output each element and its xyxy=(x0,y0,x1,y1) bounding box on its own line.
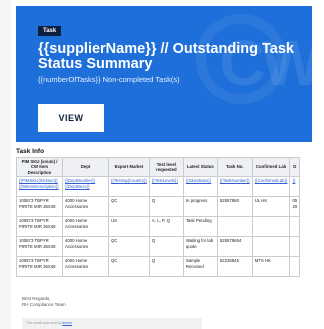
table-row: 100873 TBPYR PIRITE MIR 36X48 4000 Home … xyxy=(16,256,301,278)
table-cell: Waiting for lab quote xyxy=(182,236,218,258)
table-cell xyxy=(289,216,301,238)
table-cell[interactable]: {{TestLevels}} xyxy=(148,176,184,198)
table-cell: Q xyxy=(148,196,184,218)
table-cell: 100873 TBPYR PIRITE MIR 36X48 xyxy=(16,196,63,218)
table-row: 100873 TBPYR PIRITE MIR 36X48 4000 Home … xyxy=(16,216,301,238)
table-cell: 100873 TBPYR PIRITE MIR 36X48 xyxy=(16,256,63,278)
footer-text: This email was sent by xyxy=(26,321,62,325)
table-header-row: PIM SKU (xnum) / CW Item Description Dep… xyxy=(16,156,301,178)
table-cell xyxy=(251,236,291,258)
table-cell: 100873 TBPYR PIRITE MIR 36X48 xyxy=(16,216,63,238)
task-tag: Task xyxy=(38,26,62,36)
table-cell: 4000 Home Accessories xyxy=(62,216,109,238)
table-cell[interactable]: {{DeptNumber}}{{DeptDesc}} xyxy=(62,176,109,198)
table-cell: 4000 Home Accessories xyxy=(62,236,109,258)
signature: Best Regards, RH Compliance Team xyxy=(22,296,66,308)
table-cell: Sample Received xyxy=(182,256,218,278)
table-cell: Task Pending xyxy=(182,216,218,238)
table-cell: QC xyxy=(108,196,150,218)
banner-title: {{supplierName}} // Outstanding Task Sta… xyxy=(38,41,294,72)
table-cell: 52235845 xyxy=(216,256,253,278)
footer-link[interactable]: lemon xyxy=(62,321,72,325)
table-cell: 4000 Home Accessories xyxy=(62,196,109,218)
table-cell: A, L, P, Q xyxy=(148,216,184,238)
table-cell[interactable]: {{TaskNumber}} xyxy=(216,176,253,198)
table-cell[interactable]: {{ xyxy=(289,176,301,198)
table-cell: In progress xyxy=(182,196,218,218)
header-dept: Dept xyxy=(62,156,109,178)
table-row: 100873 TBPYR PIRITE MIR 36X48 4000 Home … xyxy=(16,196,301,218)
table-cell: 525579654 xyxy=(216,236,253,258)
header-date: D xyxy=(289,156,301,178)
table-cell: 100873 TBPYR PIRITE MIR 36X48 xyxy=(16,236,63,258)
table-row: 100873 TBPYR PIRITE MIR 36X48 4000 Home … xyxy=(16,236,301,258)
table-cell[interactable]: {{Testing{Country}} xyxy=(108,176,150,198)
view-button[interactable]: VIEW xyxy=(38,104,104,132)
table-cell: Q xyxy=(148,236,184,258)
header-test-level: Test level requested xyxy=(148,156,184,178)
header-banner: CW Task {{supplierName}} // Outstanding … xyxy=(16,6,312,142)
table-row: {{PIMSKU{SicNum}}{{WItemDescription}} {{… xyxy=(16,176,301,198)
header-task-no: Task No. xyxy=(216,156,253,178)
banner-subtitle: {{numberOfTasks}} Non-completed Task(s) xyxy=(38,75,180,84)
header-latest-status: Latest Status xyxy=(182,156,218,178)
header-confirmed-lab: Confirmed Lab xyxy=(251,156,291,178)
table-cell: 4000 Home Accessories xyxy=(62,256,109,278)
table-cell: Q xyxy=(148,256,184,278)
table-cell[interactable]: {{ConfirmedLab}} xyxy=(251,176,291,198)
table-cell: QC xyxy=(108,236,150,258)
table-cell xyxy=(251,216,291,238)
header-export-market: Export Market xyxy=(108,156,150,178)
table-cell[interactable]: {{PIMSKU{SicNum}}{{WItemDescription}} xyxy=(16,176,63,198)
table-cell xyxy=(289,256,301,278)
table-cell xyxy=(216,216,253,238)
table-cell: UL HK xyxy=(251,196,291,218)
table-cell: US xyxy=(108,216,150,238)
footer-bar: This email was sent by lemon xyxy=(22,318,202,329)
table-cell[interactable]: {{SkuStatus}} xyxy=(182,176,218,198)
section-title: Task Info xyxy=(16,148,45,155)
header-pim-sku: PIM SKU (xnum) / CW Item Description xyxy=(16,156,63,178)
table-cell: 05 20 xyxy=(289,196,301,218)
task-table: PIM SKU (xnum) / CW Item Description Dep… xyxy=(16,156,301,278)
table-cell: 52557950 xyxy=(216,196,253,218)
team-line: RH Compliance Team xyxy=(22,302,66,307)
table-cell: MTS HK xyxy=(251,256,291,278)
table-cell xyxy=(289,236,301,258)
table-cell: QC xyxy=(108,256,150,278)
